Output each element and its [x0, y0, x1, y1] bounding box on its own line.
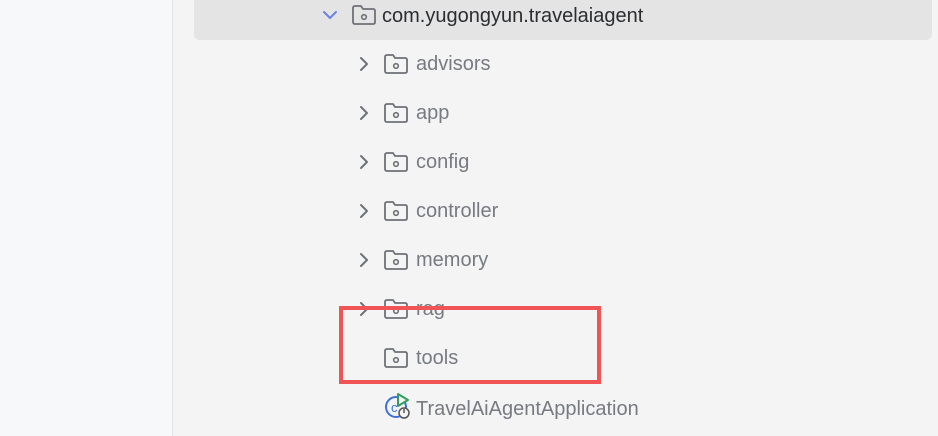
tree-row-app[interactable]: app	[173, 93, 938, 133]
tree-row-advisors[interactable]: advisors	[173, 44, 938, 84]
package-folder-icon	[351, 4, 377, 26]
tree-row-main-class[interactable]: c TravelAiAgentApplication	[173, 388, 938, 428]
package-folder-icon	[383, 102, 409, 124]
spring-boot-run-icon: c	[383, 392, 413, 420]
chevron-down-icon[interactable]	[321, 8, 337, 22]
main-class-label: TravelAiAgentApplication	[416, 398, 639, 420]
tree-row-package[interactable]: com.yugongyun.travelaiagent	[194, 0, 932, 40]
chevron-right-icon[interactable]	[357, 202, 371, 218]
folder-label: advisors	[416, 53, 491, 75]
chevron-right-icon[interactable]	[357, 153, 371, 169]
chevron-right-icon[interactable]	[357, 55, 371, 71]
chevron-right-icon[interactable]	[357, 251, 371, 267]
tree-row-memory[interactable]: memory	[173, 240, 938, 280]
folder-label: config	[416, 151, 470, 173]
package-folder-icon	[383, 200, 409, 222]
folder-label: controller	[416, 200, 499, 222]
tree-row-controller[interactable]: controller	[173, 191, 938, 231]
chevron-right-icon[interactable]	[357, 104, 371, 120]
tree-row-config[interactable]: config	[173, 142, 938, 182]
folder-label: app	[416, 102, 450, 124]
folder-label: memory	[416, 249, 489, 271]
left-gutter	[0, 0, 172, 436]
package-label: com.yugongyun.travelaiagent	[382, 5, 644, 27]
annotation-highlight-box	[339, 306, 601, 384]
package-folder-icon	[383, 53, 409, 75]
package-folder-icon	[383, 151, 409, 173]
svg-text:c: c	[391, 400, 398, 415]
package-folder-icon	[383, 249, 409, 271]
